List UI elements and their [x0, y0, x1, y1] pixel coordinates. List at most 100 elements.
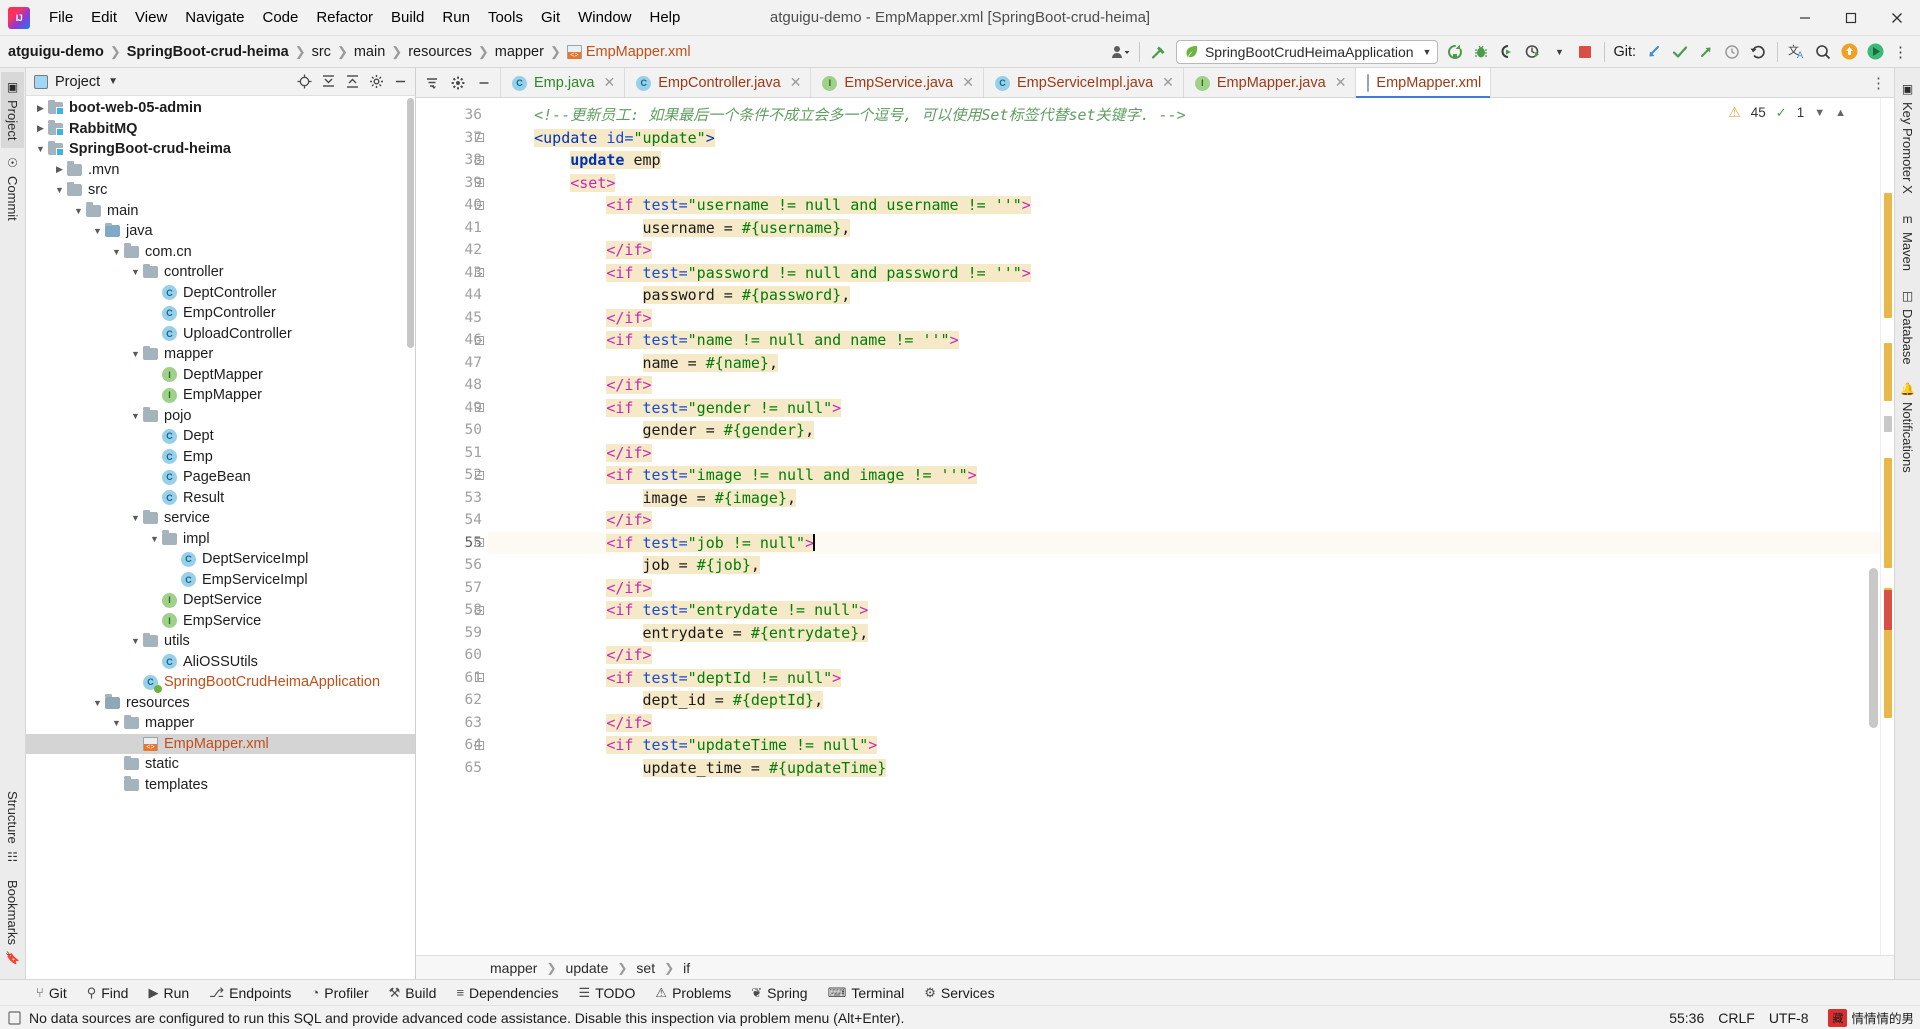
- chevron-down-icon[interactable]: ▼: [72, 206, 85, 216]
- chevron-down-icon[interactable]: ▼: [108, 76, 118, 87]
- menu-refactor[interactable]: Refactor: [307, 5, 382, 30]
- stop-button[interactable]: [1572, 40, 1598, 64]
- code-line[interactable]: <update id="update">: [488, 127, 1894, 150]
- tool-window-build[interactable]: ⚒ Build: [379, 983, 447, 1003]
- fold-marker-icon[interactable]: [472, 172, 486, 195]
- chevron-down-icon[interactable]: ▼: [110, 718, 123, 728]
- tab-empserviceimpl-java[interactable]: C EmpServiceImpl.java ✕: [983, 68, 1184, 97]
- fold-marker-icon[interactable]: [472, 397, 486, 420]
- chevron-right-icon[interactable]: ▶: [34, 103, 47, 114]
- rerun-icon[interactable]: [1442, 40, 1468, 64]
- menu-run[interactable]: Run: [433, 5, 479, 30]
- tree-node-rabbitmq[interactable]: ▶ RabbitMQ: [26, 119, 415, 140]
- chevron-down-icon[interactable]: ▼: [1546, 40, 1572, 64]
- error-marker[interactable]: [1884, 590, 1892, 630]
- tree-node-aliossutils[interactable]: C AliOSSUtils: [26, 652, 415, 673]
- tree-node-impl[interactable]: ▼ impl: [26, 529, 415, 550]
- sidebar-item-bookmarks[interactable]: Bookmarks 🔖: [1, 872, 24, 973]
- tool-window-dependencies[interactable]: ≡ Dependencies: [446, 983, 568, 1003]
- project-tree[interactable]: ▶ boot-web-05-admin ▶ RabbitMQ ▼ SpringBoot-c…: [26, 96, 415, 979]
- git-push-icon[interactable]: [1693, 40, 1719, 64]
- tool-window-problems[interactable]: ⚠ Problems: [645, 983, 741, 1003]
- sidebar-item-database[interactable]: ◫ Database: [1896, 281, 1919, 373]
- tree-node-boot-web-05-admin[interactable]: ▶ boot-web-05-admin: [26, 98, 415, 119]
- code-line[interactable]: name = #{name},: [488, 352, 1894, 375]
- code-line[interactable]: update emp: [488, 149, 1894, 172]
- maximize-button[interactable]: [1828, 0, 1874, 36]
- breadcrumb-if[interactable]: if: [681, 960, 692, 976]
- build-hammer-icon[interactable]: [1146, 40, 1172, 64]
- sidebar-item-commit[interactable]: ☉ Commit: [1, 148, 24, 229]
- fold-marker-icon[interactable]: [472, 464, 486, 487]
- inspection-stripe[interactable]: [1880, 98, 1894, 955]
- breadcrumb-mapper[interactable]: mapper: [495, 44, 544, 60]
- code-line[interactable]: <!--更新员工: 如果最后一个条件不成立会多一个逗号, 可以使用Set标签代替…: [488, 104, 1894, 127]
- menu-git[interactable]: Git: [532, 5, 569, 30]
- search-everywhere-icon[interactable]: [1810, 40, 1836, 64]
- chevron-down-icon[interactable]: ▼: [91, 226, 104, 236]
- code-editor[interactable]: 36 37 38 39 40 41 42 43 44 45 46 47 48 49 50 51 52 53 54 55…: [416, 98, 1894, 955]
- tree-scrollbar[interactable]: [407, 98, 414, 348]
- fold-markers[interactable]: [472, 104, 486, 779]
- tab-emp-java[interactable]: C Emp.java ✕: [501, 68, 626, 97]
- tree-node--mvn[interactable]: ▶ .mvn: [26, 160, 415, 181]
- code-content[interactable]: <!--更新员工: 如果最后一个条件不成立会多一个逗号, 可以使用Set标签代替…: [488, 98, 1894, 955]
- menu-edit[interactable]: Edit: [82, 5, 126, 30]
- tool-window-run[interactable]: ▶ Run: [138, 983, 199, 1003]
- code-line[interactable]: update_time = #{updateTime}: [488, 757, 1894, 780]
- fold-marker-icon[interactable]: [472, 532, 486, 555]
- menu-tools[interactable]: Tools: [479, 5, 532, 30]
- breadcrumb-set[interactable]: set: [634, 960, 657, 976]
- code-line[interactable]: <if test="password != null and password …: [488, 262, 1894, 285]
- tree-node-empserviceimpl[interactable]: C EmpServiceImpl: [26, 570, 415, 591]
- chevron-down-icon[interactable]: ▼: [148, 534, 161, 544]
- tree-node-result[interactable]: C Result: [26, 488, 415, 509]
- file-encoding[interactable]: UTF-8: [1769, 1010, 1809, 1026]
- run-with-coverage-icon[interactable]: [1494, 40, 1520, 64]
- play-green-icon[interactable]: [1862, 40, 1888, 64]
- chevron-down-icon[interactable]: ▼: [91, 698, 104, 708]
- code-line[interactable]: <if test="deptId != null">: [488, 667, 1894, 690]
- breadcrumb-project[interactable]: atguigu-demo: [8, 44, 104, 60]
- expand-all-icon[interactable]: [341, 71, 363, 93]
- code-line[interactable]: <if test="updateTime != null">: [488, 734, 1894, 757]
- code-line[interactable]: password = #{password},: [488, 284, 1894, 307]
- tool-window-git[interactable]: ⑂ Git: [26, 983, 77, 1003]
- editor-tab-overflow-icon[interactable]: ⋮: [1863, 68, 1894, 97]
- inspection-widget[interactable]: ⚠ 45 ✓ 1 ▼ ▲: [1724, 102, 1850, 123]
- tree-node-deptmapper[interactable]: I DeptMapper: [26, 365, 415, 386]
- tree-node-uploadcontroller[interactable]: C UploadController: [26, 324, 415, 345]
- tree-node-deptserviceimpl[interactable]: C DeptServiceImpl: [26, 549, 415, 570]
- tree-node-controller[interactable]: ▼ controller: [26, 262, 415, 283]
- code-line[interactable]: dept_id = #{deptId},: [488, 689, 1894, 712]
- breadcrumb-update[interactable]: update: [564, 960, 611, 976]
- fold-marker-icon[interactable]: [472, 667, 486, 690]
- chevron-down-icon[interactable]: ▼: [34, 144, 47, 154]
- editor-vertical-scrollbar[interactable]: [1869, 568, 1878, 728]
- locate-file-icon[interactable]: [293, 71, 315, 93]
- git-history-icon[interactable]: [1719, 40, 1745, 64]
- breadcrumb-mapper[interactable]: mapper: [488, 960, 539, 976]
- tool-window-spring[interactable]: ❦ Spring: [741, 983, 817, 1003]
- tree-node-empmapper-xml[interactable]: EmpMapper.xml: [26, 733, 415, 754]
- fold-marker-icon[interactable]: [472, 194, 486, 217]
- chevron-right-icon[interactable]: ▶: [53, 164, 66, 175]
- close-icon[interactable]: ✕: [962, 74, 974, 91]
- line-separator[interactable]: CRLF: [1718, 1010, 1755, 1026]
- code-line[interactable]: gender = #{gender},: [488, 419, 1894, 442]
- tree-node-springboot-crud-heima[interactable]: ▼ SpringBoot-crud-heima: [26, 139, 415, 160]
- settings-gear-icon[interactable]: [446, 71, 470, 95]
- close-button[interactable]: [1874, 0, 1920, 36]
- more-options-icon[interactable]: ⋮: [1888, 40, 1914, 64]
- fold-marker-icon[interactable]: [472, 329, 486, 352]
- tree-node-static[interactable]: static: [26, 754, 415, 775]
- profiler-icon[interactable]: [1520, 40, 1546, 64]
- tool-window-services[interactable]: ⚙ Services: [914, 983, 1004, 1003]
- warning-marker[interactable]: [1884, 343, 1892, 401]
- user-dropdown-icon[interactable]: [1107, 40, 1133, 64]
- menu-help[interactable]: Help: [641, 5, 690, 30]
- tree-node-main[interactable]: ▼ main: [26, 201, 415, 222]
- tree-node-java[interactable]: ▼ java: [26, 221, 415, 242]
- tool-window-terminal[interactable]: ⌨ Terminal: [818, 983, 915, 1003]
- tool-window-find[interactable]: ⚲ Find: [77, 983, 139, 1003]
